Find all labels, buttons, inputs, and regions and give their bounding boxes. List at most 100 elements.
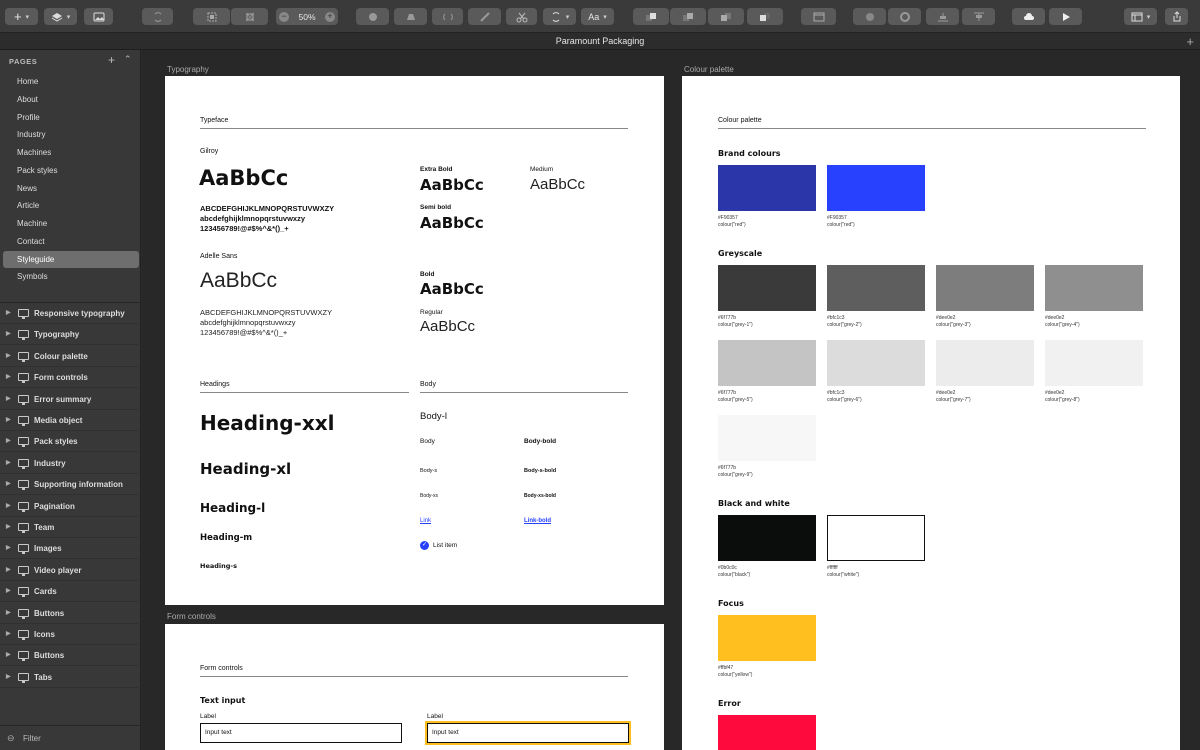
page-item-profile[interactable]: Profile	[3, 109, 139, 126]
page-item-news[interactable]: News	[3, 180, 139, 197]
layer-item[interactable]: ▶ Buttons	[0, 645, 141, 667]
colour-swatch[interactable]	[1045, 265, 1143, 311]
zoom-in-button[interactable]: +	[324, 11, 335, 22]
disclosure-triangle-icon[interactable]: ▶	[6, 367, 11, 388]
error-swatch[interactable]	[718, 715, 816, 750]
union-button[interactable]	[356, 8, 389, 25]
layer-item[interactable]: ▶ Tabs	[0, 667, 141, 688]
artboard-label-typography[interactable]: Typography	[167, 65, 209, 74]
layer-item[interactable]: ▶ Responsive typography	[0, 303, 141, 324]
disclosure-triangle-icon[interactable]: ▶	[6, 324, 11, 345]
distribute-button[interactable]	[962, 8, 995, 25]
disclosure-triangle-icon[interactable]: ▶	[6, 517, 11, 538]
layer-item[interactable]: ▶ Error summary	[0, 389, 141, 410]
colour-swatch[interactable]	[718, 415, 816, 461]
page-item-about[interactable]: About	[3, 91, 139, 108]
disclosure-triangle-icon[interactable]: ▶	[6, 603, 11, 624]
shape-button[interactable]	[888, 8, 921, 25]
scissors-button[interactable]	[506, 8, 537, 25]
layer-item[interactable]: ▶ Cards	[0, 581, 141, 603]
disclosure-triangle-icon[interactable]: ▶	[6, 453, 11, 474]
canvas[interactable]: Typography Colour palette Form controls …	[142, 50, 1200, 750]
zoom-level[interactable]: 50%	[298, 12, 315, 22]
layer-item[interactable]: ▶ Video player	[0, 560, 141, 581]
colour-swatch[interactable]	[827, 165, 925, 211]
page-item-styleguide[interactable]: Styleguide	[3, 250, 139, 268]
colour-swatch[interactable]	[827, 265, 925, 311]
page-item-article[interactable]: Article	[3, 197, 139, 214]
layer-item[interactable]: ▶ Pagination	[0, 496, 141, 517]
bring-front-button[interactable]	[633, 8, 669, 25]
layer-item[interactable]: ▶ Typography	[0, 324, 141, 346]
page-item-contact[interactable]: Contact	[3, 233, 139, 250]
text-style-button[interactable]: Aa ▾	[581, 8, 614, 25]
colour-swatch[interactable]	[827, 515, 925, 561]
chevron-up-icon[interactable]: ⌃	[124, 54, 132, 65]
disclosure-triangle-icon[interactable]: ▶	[6, 560, 11, 581]
colour-artboard[interactable]: Colour palette Brand colours #F90357 colo…	[682, 76, 1180, 750]
page-item-industry[interactable]: Industry	[3, 126, 139, 143]
disclosure-triangle-icon[interactable]: ▶	[6, 346, 11, 367]
layer-item[interactable]: ▶ Supporting information	[0, 474, 141, 496]
layers-button[interactable]: ▾	[44, 8, 77, 25]
disclosure-triangle-icon[interactable]: ▶	[6, 389, 11, 410]
text-input-1[interactable]: Input text	[200, 723, 402, 743]
filter-label[interactable]: Filter	[23, 734, 41, 743]
page-item-symbols[interactable]: Symbols	[3, 268, 139, 285]
disclosure-triangle-icon[interactable]: ▶	[6, 303, 11, 324]
view-button[interactable]: ▾	[1124, 8, 1157, 25]
layer-item[interactable]: ▶ Images	[0, 538, 141, 560]
disclosure-triangle-icon[interactable]: ▶	[6, 645, 11, 666]
send-back-button[interactable]	[747, 8, 783, 25]
image-button[interactable]	[84, 8, 113, 25]
artboard-label-colour[interactable]: Colour palette	[684, 65, 734, 74]
layer-item[interactable]: ▶ Pack styles	[0, 431, 141, 453]
layer-item[interactable]: ▶ Icons	[0, 624, 141, 645]
colour-swatch[interactable]	[718, 165, 816, 211]
filter-bar[interactable]: ⊖ Filter	[0, 725, 141, 750]
preview-button[interactable]	[1049, 8, 1082, 25]
rotate-button[interactable]	[394, 8, 427, 25]
cloud-button[interactable]	[1012, 8, 1045, 25]
colour-swatch[interactable]	[936, 265, 1034, 311]
send-backward-button[interactable]	[708, 8, 744, 25]
disclosure-triangle-icon[interactable]: ▶	[6, 474, 11, 495]
page-item-pack-styles[interactable]: Pack styles	[3, 162, 139, 179]
colour-swatch[interactable]	[718, 515, 816, 561]
flatten-button[interactable]	[231, 8, 268, 25]
layer-item[interactable]: ▶ Industry	[0, 453, 141, 474]
insert-button[interactable]: + ▾	[5, 8, 38, 25]
disclosure-triangle-icon[interactable]: ▶	[6, 581, 11, 602]
form-artboard[interactable]: Form controls Text input Label Input tex…	[165, 624, 664, 750]
colour-swatch[interactable]	[936, 340, 1034, 386]
colour-swatch[interactable]	[827, 340, 925, 386]
text-input-focused[interactable]: Input text	[425, 721, 631, 745]
boolean-button[interactable]	[853, 8, 886, 25]
layer-item[interactable]: ▶ Colour palette	[0, 346, 141, 367]
disclosure-triangle-icon[interactable]: ▶	[6, 496, 11, 517]
add-page-icon[interactable]: +	[108, 53, 115, 67]
disclosure-triangle-icon[interactable]: ▶	[6, 667, 11, 688]
artboard-button[interactable]	[801, 8, 836, 25]
path-button[interactable]: ▾	[543, 8, 576, 25]
colour-swatch[interactable]	[718, 615, 816, 661]
flip-button[interactable]	[432, 8, 463, 25]
bring-forward-button[interactable]	[670, 8, 706, 25]
layer-item[interactable]: ▶ Form controls	[0, 367, 141, 389]
layer-item[interactable]: ▶ Buttons	[0, 603, 141, 624]
scale-button[interactable]	[193, 8, 230, 25]
disclosure-triangle-icon[interactable]: ▶	[6, 624, 11, 645]
zoom-out-button[interactable]: −	[279, 11, 289, 22]
colour-swatch[interactable]	[718, 265, 816, 311]
link-sample[interactable]: Link	[420, 518, 431, 524]
colour-swatch[interactable]	[1045, 340, 1143, 386]
typography-artboard[interactable]: Typeface Gilroy AaBbCc ABCDEFGHIJKLMNOPQ…	[165, 76, 664, 605]
page-item-machines[interactable]: Machines	[3, 144, 139, 161]
align-button[interactable]	[926, 8, 959, 25]
disclosure-triangle-icon[interactable]: ▶	[6, 431, 11, 452]
mask-button[interactable]	[468, 8, 501, 25]
layer-item[interactable]: ▶ Team	[0, 517, 141, 538]
artboard-label-form[interactable]: Form controls	[167, 612, 216, 621]
disclosure-triangle-icon[interactable]: ▶	[6, 538, 11, 559]
page-item-home[interactable]: Home	[3, 73, 139, 90]
